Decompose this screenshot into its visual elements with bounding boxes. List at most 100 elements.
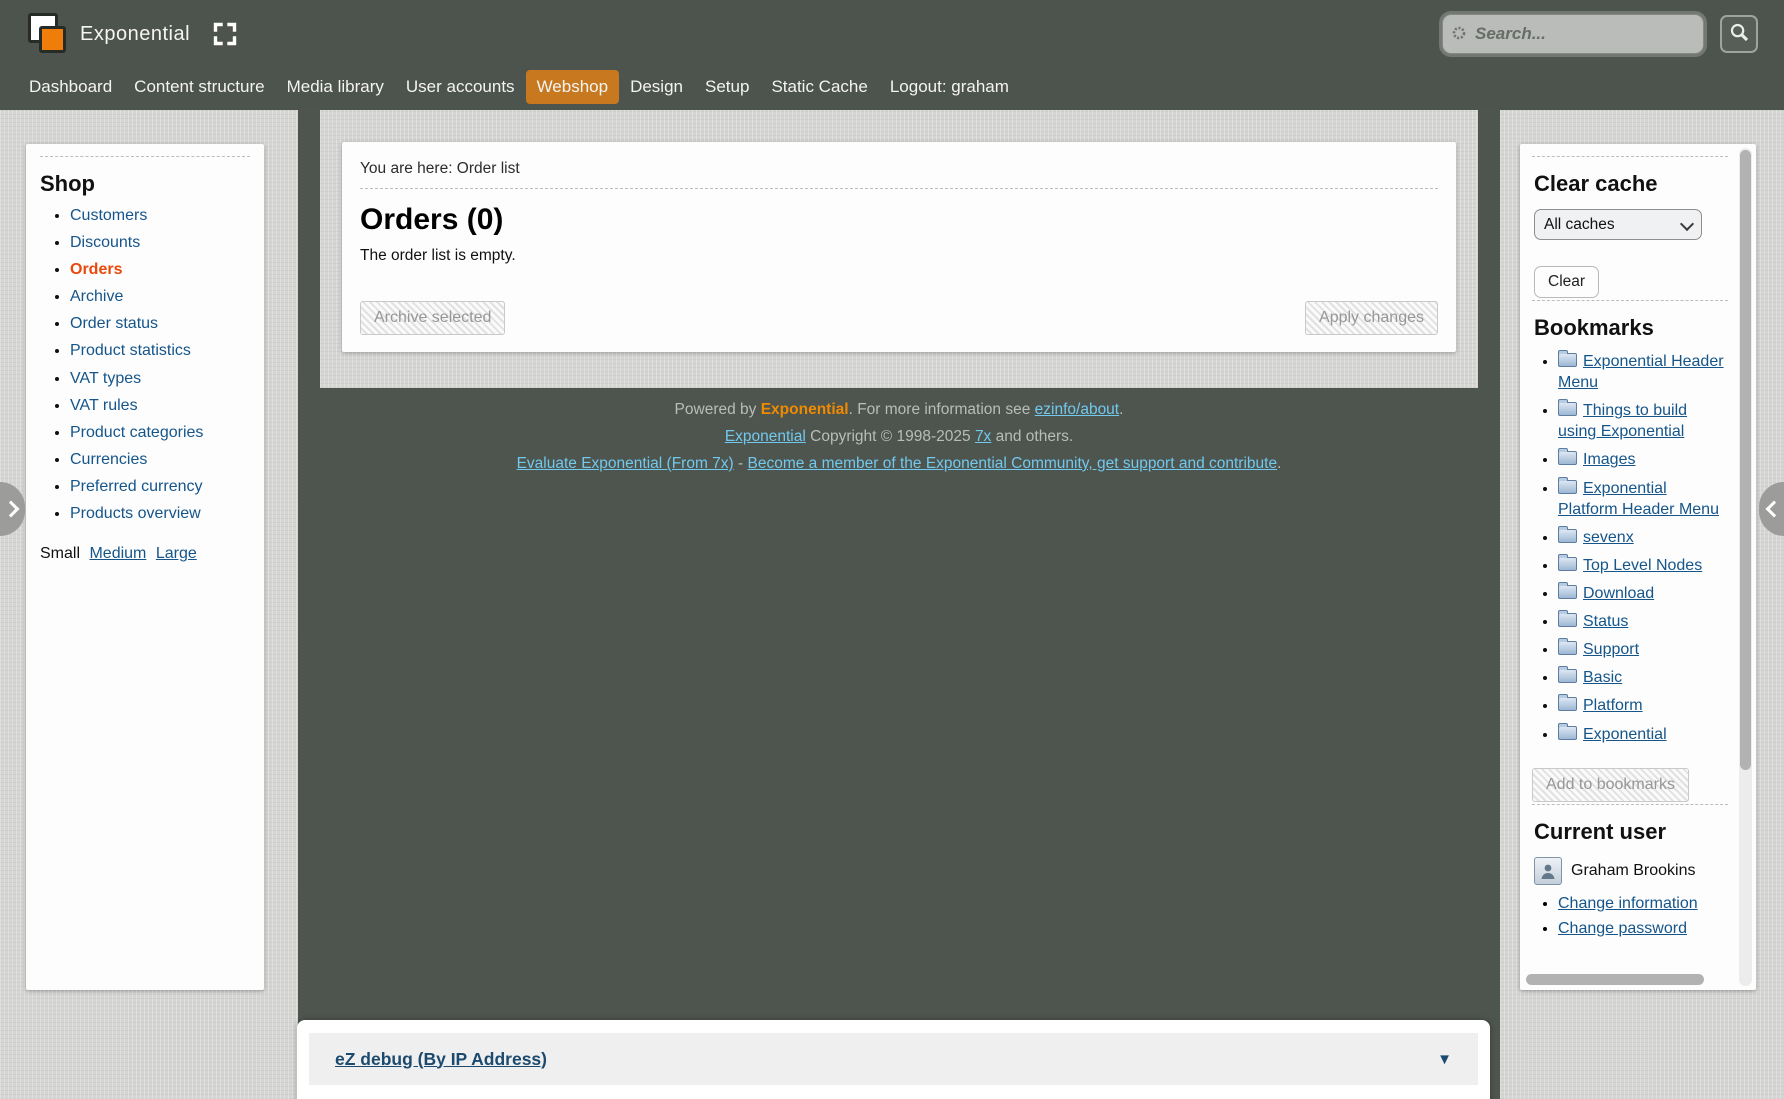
shop-menu-link[interactable]: Archive (70, 288, 123, 305)
searchbar (1442, 14, 1758, 54)
bookmark-item: Platform (1558, 695, 1728, 716)
divider (1532, 300, 1728, 301)
logo-icon[interactable] (28, 13, 68, 55)
bookmark-link[interactable]: Basic (1583, 669, 1622, 686)
folder-icon (1558, 641, 1577, 655)
nav-item[interactable]: Media library (276, 70, 395, 104)
shop-menu-link[interactable]: Order status (70, 315, 158, 332)
bookmarks-title: Bookmarks (1534, 315, 1728, 341)
user-name: Graham Brookins (1571, 862, 1696, 880)
size-switcher: Small Medium Large (40, 545, 252, 563)
shop-menu-item: Discounts (70, 234, 252, 252)
folder-icon (1558, 697, 1577, 711)
bookmark-link[interactable]: Images (1583, 451, 1635, 468)
shop-menu-link[interactable]: Discounts (70, 234, 140, 251)
user-link[interactable]: Change password (1558, 920, 1687, 937)
shop-menu-item: Order status (70, 315, 252, 333)
breadcrumb: You are here: Order list (360, 160, 1438, 178)
evaluate-link[interactable]: Evaluate Exponential (From 7x) (517, 455, 734, 472)
logo-front-square (39, 26, 66, 53)
divider (40, 156, 250, 157)
avatar (1534, 857, 1562, 885)
nav-item[interactable]: Setup (694, 70, 760, 104)
chevron-left-icon (1765, 501, 1782, 518)
bookmark-link[interactable]: Exponential Platform Header Menu (1558, 480, 1719, 518)
bookmarks-list: Exponential Header Menu Things to build … (1532, 351, 1728, 745)
bookmark-item: Exponential Platform Header Menu (1558, 478, 1728, 520)
user-link[interactable]: Change information (1558, 895, 1698, 912)
size-large-link[interactable]: Large (156, 545, 197, 562)
bookmark-item: sevenx (1558, 527, 1728, 548)
bookmark-item: Images (1558, 449, 1728, 470)
debug-title-link[interactable]: eZ debug (By IP Address) (335, 1049, 547, 1070)
bookmark-link[interactable]: Top Level Nodes (1583, 557, 1702, 574)
left-column: Shop Customers Discounts Orders Archive … (0, 110, 298, 1099)
bookmark-item: Download (1558, 583, 1728, 604)
footer: Powered by Exponential. For more informa… (320, 396, 1478, 477)
exponential-link[interactable]: Exponential (725, 428, 806, 445)
shop-menu-link[interactable]: Product categories (70, 424, 203, 441)
bookmark-item: Things to build using Exponential (1558, 400, 1728, 442)
bookmark-link[interactable]: Status (1583, 613, 1628, 630)
bookmark-link[interactable]: Exponential Header Menu (1558, 353, 1724, 391)
sevenx-link[interactable]: 7x (975, 428, 991, 445)
bookmark-item: Basic (1558, 667, 1728, 688)
gear-icon (1451, 25, 1467, 46)
folder-icon (1558, 726, 1577, 740)
bookmark-link[interactable]: Platform (1583, 697, 1643, 714)
nav-item[interactable]: User accounts (395, 70, 526, 104)
shop-menu-link[interactable]: Orders (70, 261, 122, 278)
folder-icon (1558, 480, 1577, 494)
shop-menu-link[interactable]: VAT rules (70, 397, 138, 414)
nav-item[interactable]: Webshop (526, 70, 620, 104)
bookmark-link[interactable]: Things to build using Exponential (1558, 402, 1687, 440)
shop-menu-item: VAT rules (70, 397, 252, 415)
bookmark-link[interactable]: Support (1583, 641, 1639, 658)
shop-menu-link[interactable]: Customers (70, 207, 147, 224)
nav-item[interactable]: Content structure (123, 70, 275, 104)
shop-menu-item: Product categories (70, 424, 252, 442)
shop-menu-link[interactable]: Products overview (70, 505, 201, 522)
nav-item[interactable]: Logout: graham (879, 70, 1020, 104)
search-input[interactable] (1442, 14, 1704, 54)
shop-menu-link[interactable]: Preferred currency (70, 478, 203, 495)
footer-text: and others. (991, 428, 1073, 445)
bookmark-link[interactable]: Exponential (1583, 726, 1667, 743)
add-to-bookmarks-button[interactable]: Add to bookmarks (1532, 768, 1689, 802)
debug-toggle-icon[interactable]: ▼ (1437, 1051, 1452, 1068)
shop-menu-item: Customers (70, 207, 252, 225)
shop-menu-link[interactable]: VAT types (70, 370, 141, 387)
ezinfo-about-link[interactable]: ezinfo/about (1035, 401, 1119, 418)
horizontal-scrollbar-thumb[interactable] (1526, 974, 1704, 985)
nav-item[interactable]: Design (619, 70, 694, 104)
chevron-right-icon (2, 501, 19, 518)
footer-text: Copyright © 1998-2025 (806, 428, 975, 445)
shop-menu-link[interactable]: Product statistics (70, 342, 191, 359)
archive-selected-button[interactable]: Archive selected (360, 301, 505, 335)
community-link[interactable]: Become a member of the Exponential Commu… (747, 455, 1277, 472)
shop-menu-item: Archive (70, 288, 252, 306)
bookmark-link[interactable]: sevenx (1583, 529, 1634, 546)
current-user-title: Current user (1534, 819, 1728, 845)
bookmark-link[interactable]: Download (1583, 585, 1654, 602)
footer-text: . For more information see (849, 401, 1035, 418)
nav-item[interactable]: Static Cache (760, 70, 878, 104)
shop-menu-link[interactable]: Currencies (70, 451, 147, 468)
bookmark-item: Exponential (1558, 724, 1728, 745)
fullscreen-icon[interactable] (212, 21, 238, 47)
clear-cache-button[interactable]: Clear (1534, 266, 1599, 298)
divider (1532, 156, 1728, 157)
divider (360, 188, 1438, 189)
debug-panel: eZ debug (By IP Address) ▼ (297, 1020, 1490, 1099)
vertical-scrollbar-thumb[interactable] (1740, 150, 1751, 770)
size-medium-link[interactable]: Medium (89, 545, 146, 562)
button-row: Archive selected Apply changes (360, 301, 1438, 335)
search-button[interactable] (1720, 15, 1758, 53)
size-current: Small (40, 545, 80, 562)
nav-item[interactable]: Dashboard (18, 70, 123, 104)
apply-changes-button[interactable]: Apply changes (1305, 301, 1438, 335)
footer-line-3: Evaluate Exponential (From 7x) - Become … (320, 450, 1478, 477)
cache-select[interactable]: All caches (1534, 209, 1702, 240)
vertical-scrollbar[interactable] (1739, 148, 1752, 986)
shop-menu-item: Products overview (70, 505, 252, 523)
